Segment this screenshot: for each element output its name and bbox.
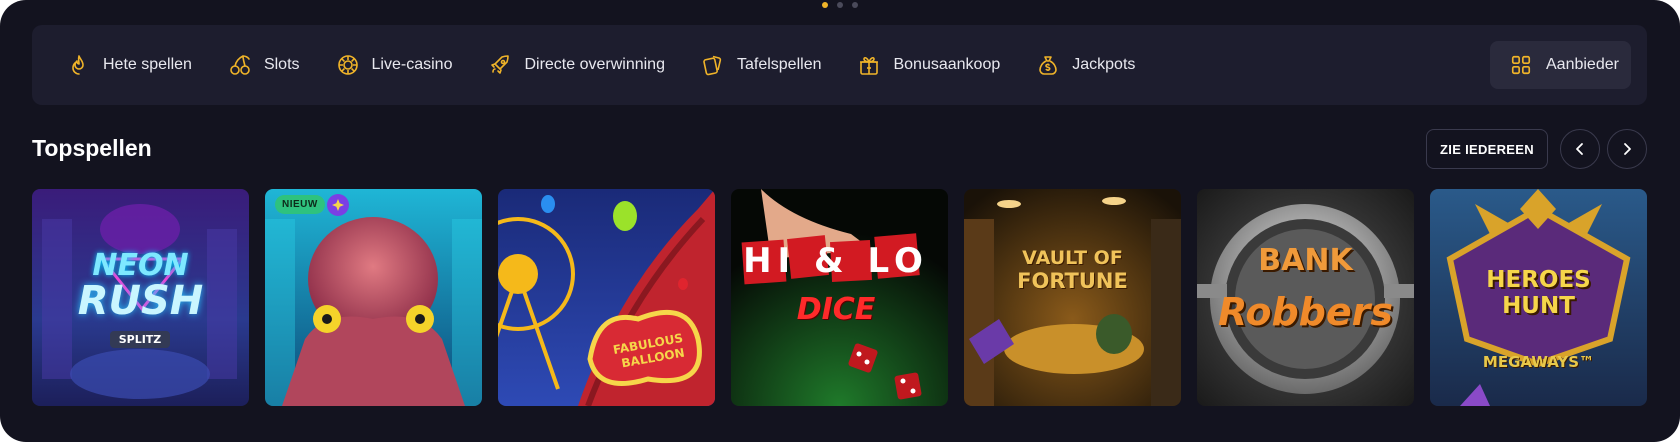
game-card-fabulous-balloon[interactable]: FABULOUS BALLOON	[498, 189, 715, 406]
game-title: HUNT	[1502, 293, 1575, 319]
game-card-neon-rush[interactable]: NEON RUSH SPLITZ	[32, 189, 249, 406]
carousel-prev-button[interactable]	[1560, 129, 1600, 169]
chevron-left-icon	[1576, 143, 1583, 155]
section-title: Topspellen	[32, 135, 152, 161]
nav-label: Live-casino	[371, 56, 453, 73]
cherries-icon	[230, 55, 250, 75]
nav-item-instant-win[interactable]: Directe overwinning	[488, 53, 665, 77]
nav-item-table-games[interactable]: Tafelspellen	[701, 53, 822, 77]
game-subtitle: MEGAWAYS™	[1482, 353, 1595, 371]
provider-label: Aanbieder	[1546, 56, 1619, 73]
nav-item-bonus-buy[interactable]: Bonusaankoop	[857, 53, 1000, 77]
nav-label: Hete spellen	[103, 56, 192, 73]
game-title: Robbers	[1217, 290, 1393, 334]
nav-label: Slots	[263, 56, 300, 73]
game-title: DICE	[796, 292, 876, 327]
gift-icon	[860, 56, 879, 75]
nav-item-live-casino[interactable]: Live-casino	[336, 53, 453, 77]
game-title: NEON	[92, 248, 189, 283]
nav-label: Tafelspellen	[736, 56, 822, 73]
nav-item-hot-games[interactable]: Hete spellen	[67, 53, 192, 77]
game-subtitle: SPLITZ	[110, 331, 170, 348]
game-card-octopus[interactable]: NIEUW	[265, 189, 482, 406]
game-card-hi-lo-dice[interactable]: HI & LO DICE	[731, 189, 948, 406]
provider-button[interactable]: Aanbieder	[1490, 41, 1631, 89]
cards-icon	[703, 55, 722, 76]
game-title: HEROES	[1486, 267, 1591, 293]
category-navbar: Hete spellen Slots Live-casino Directe o…	[32, 25, 1647, 105]
chevron-right-icon	[1624, 143, 1631, 155]
game-card-vault-of-fortune[interactable]: VAULT OF FORTUNE	[964, 189, 1181, 406]
nav-label: Directe overwinning	[524, 56, 665, 73]
carousel-next-button[interactable]	[1607, 129, 1647, 169]
see-all-button[interactable]: ZIE IEDEREEN	[1426, 129, 1548, 169]
carousel-dot[interactable]	[837, 2, 843, 8]
game-thumbnail	[498, 189, 715, 406]
game-title: HI & LO	[743, 241, 929, 281]
game-title: BANK	[1258, 243, 1353, 278]
carousel-dot-active[interactable]	[822, 2, 828, 8]
nav-item-slots[interactable]: Slots	[228, 53, 300, 77]
nav-label: Bonusaankoop	[893, 56, 1001, 73]
grid-icon	[1511, 55, 1531, 75]
top-games-widget: Hete spellen Slots Live-casino Directe o…	[0, 0, 1680, 442]
carousel-dot[interactable]	[852, 2, 858, 8]
rocket-icon	[491, 55, 510, 74]
game-card-heroes-hunt[interactable]: HEROES HUNT MEGAWAYS™	[1430, 189, 1647, 406]
game-thumbnail	[964, 189, 1181, 406]
game-cards-row: NEON RUSH SPLITZ NIEUW FABULOUS BALLOON …	[32, 189, 1647, 406]
game-thumbnail	[265, 189, 482, 406]
flame-icon	[72, 55, 84, 75]
nav-item-jackpots[interactable]: Jackpots	[1036, 53, 1135, 77]
sparkle-icon	[327, 194, 349, 216]
nav-label: Jackpots	[1072, 56, 1136, 73]
money-bag-icon	[1039, 56, 1058, 75]
game-title: VAULT OF	[1022, 247, 1123, 269]
game-title: FORTUNE	[1017, 269, 1128, 293]
casino-chip-icon	[337, 55, 358, 75]
carousel-dots	[822, 2, 858, 8]
new-badge: NIEUW	[275, 195, 325, 214]
game-title: RUSH	[77, 278, 204, 324]
game-card-bank-robbers[interactable]: BANK Robbers	[1197, 189, 1414, 406]
